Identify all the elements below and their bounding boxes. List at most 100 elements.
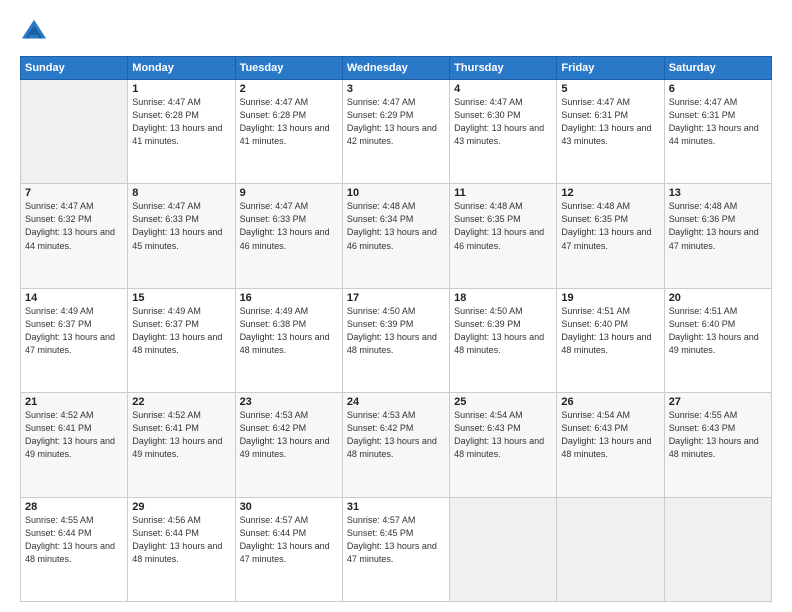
calendar-cell xyxy=(450,497,557,601)
day-number: 25 xyxy=(454,396,552,408)
day-info: Sunrise: 4:49 AMSunset: 6:37 PMDaylight:… xyxy=(132,305,230,357)
calendar-cell: 11Sunrise: 4:48 AMSunset: 6:35 PMDayligh… xyxy=(450,184,557,288)
day-number: 20 xyxy=(669,292,767,304)
day-number: 9 xyxy=(240,187,338,199)
day-info: Sunrise: 4:49 AMSunset: 6:38 PMDaylight:… xyxy=(240,305,338,357)
day-number: 15 xyxy=(132,292,230,304)
day-number: 28 xyxy=(25,501,123,513)
calendar-cell: 28Sunrise: 4:55 AMSunset: 6:44 PMDayligh… xyxy=(21,497,128,601)
calendar-cell: 1Sunrise: 4:47 AMSunset: 6:28 PMDaylight… xyxy=(128,80,235,184)
calendar-cell: 18Sunrise: 4:50 AMSunset: 6:39 PMDayligh… xyxy=(450,288,557,392)
calendar-cell: 9Sunrise: 4:47 AMSunset: 6:33 PMDaylight… xyxy=(235,184,342,288)
day-info: Sunrise: 4:47 AMSunset: 6:28 PMDaylight:… xyxy=(132,96,230,148)
day-number: 5 xyxy=(561,83,659,95)
day-info: Sunrise: 4:47 AMSunset: 6:31 PMDaylight:… xyxy=(669,96,767,148)
calendar-cell: 12Sunrise: 4:48 AMSunset: 6:35 PMDayligh… xyxy=(557,184,664,288)
day-number: 18 xyxy=(454,292,552,304)
day-number: 4 xyxy=(454,83,552,95)
calendar-cell: 13Sunrise: 4:48 AMSunset: 6:36 PMDayligh… xyxy=(664,184,771,288)
calendar-table: SundayMondayTuesdayWednesdayThursdayFrid… xyxy=(20,56,772,602)
day-number: 23 xyxy=(240,396,338,408)
day-number: 13 xyxy=(669,187,767,199)
day-info: Sunrise: 4:54 AMSunset: 6:43 PMDaylight:… xyxy=(454,409,552,461)
day-info: Sunrise: 4:47 AMSunset: 6:32 PMDaylight:… xyxy=(25,200,123,252)
day-info: Sunrise: 4:47 AMSunset: 6:29 PMDaylight:… xyxy=(347,96,445,148)
day-number: 17 xyxy=(347,292,445,304)
day-info: Sunrise: 4:47 AMSunset: 6:31 PMDaylight:… xyxy=(561,96,659,148)
calendar-cell: 23Sunrise: 4:53 AMSunset: 6:42 PMDayligh… xyxy=(235,393,342,497)
day-info: Sunrise: 4:54 AMSunset: 6:43 PMDaylight:… xyxy=(561,409,659,461)
weekday-header-monday: Monday xyxy=(128,57,235,80)
calendar-cell: 26Sunrise: 4:54 AMSunset: 6:43 PMDayligh… xyxy=(557,393,664,497)
calendar-week-4: 28Sunrise: 4:55 AMSunset: 6:44 PMDayligh… xyxy=(21,497,772,601)
day-info: Sunrise: 4:47 AMSunset: 6:33 PMDaylight:… xyxy=(240,200,338,252)
day-number: 10 xyxy=(347,187,445,199)
day-info: Sunrise: 4:52 AMSunset: 6:41 PMDaylight:… xyxy=(25,409,123,461)
header xyxy=(20,18,772,46)
logo-icon xyxy=(20,18,48,46)
calendar-cell: 2Sunrise: 4:47 AMSunset: 6:28 PMDaylight… xyxy=(235,80,342,184)
weekday-header-wednesday: Wednesday xyxy=(342,57,449,80)
weekday-header-row: SundayMondayTuesdayWednesdayThursdayFrid… xyxy=(21,57,772,80)
day-info: Sunrise: 4:55 AMSunset: 6:44 PMDaylight:… xyxy=(25,514,123,566)
day-number: 7 xyxy=(25,187,123,199)
weekday-header-thursday: Thursday xyxy=(450,57,557,80)
weekday-header-saturday: Saturday xyxy=(664,57,771,80)
day-info: Sunrise: 4:56 AMSunset: 6:44 PMDaylight:… xyxy=(132,514,230,566)
day-info: Sunrise: 4:57 AMSunset: 6:44 PMDaylight:… xyxy=(240,514,338,566)
day-number: 19 xyxy=(561,292,659,304)
calendar-cell xyxy=(21,80,128,184)
day-number: 27 xyxy=(669,396,767,408)
calendar-cell xyxy=(664,497,771,601)
page: SundayMondayTuesdayWednesdayThursdayFrid… xyxy=(0,0,792,612)
day-number: 2 xyxy=(240,83,338,95)
day-info: Sunrise: 4:48 AMSunset: 6:34 PMDaylight:… xyxy=(347,200,445,252)
day-number: 3 xyxy=(347,83,445,95)
calendar-cell: 29Sunrise: 4:56 AMSunset: 6:44 PMDayligh… xyxy=(128,497,235,601)
calendar-cell: 21Sunrise: 4:52 AMSunset: 6:41 PMDayligh… xyxy=(21,393,128,497)
calendar-cell: 19Sunrise: 4:51 AMSunset: 6:40 PMDayligh… xyxy=(557,288,664,392)
day-info: Sunrise: 4:47 AMSunset: 6:33 PMDaylight:… xyxy=(132,200,230,252)
day-number: 22 xyxy=(132,396,230,408)
calendar-week-3: 21Sunrise: 4:52 AMSunset: 6:41 PMDayligh… xyxy=(21,393,772,497)
day-info: Sunrise: 4:49 AMSunset: 6:37 PMDaylight:… xyxy=(25,305,123,357)
calendar-cell: 4Sunrise: 4:47 AMSunset: 6:30 PMDaylight… xyxy=(450,80,557,184)
day-number: 11 xyxy=(454,187,552,199)
day-info: Sunrise: 4:53 AMSunset: 6:42 PMDaylight:… xyxy=(240,409,338,461)
calendar-cell: 8Sunrise: 4:47 AMSunset: 6:33 PMDaylight… xyxy=(128,184,235,288)
day-info: Sunrise: 4:48 AMSunset: 6:35 PMDaylight:… xyxy=(454,200,552,252)
day-info: Sunrise: 4:52 AMSunset: 6:41 PMDaylight:… xyxy=(132,409,230,461)
day-number: 12 xyxy=(561,187,659,199)
calendar-cell: 3Sunrise: 4:47 AMSunset: 6:29 PMDaylight… xyxy=(342,80,449,184)
calendar-cell: 24Sunrise: 4:53 AMSunset: 6:42 PMDayligh… xyxy=(342,393,449,497)
calendar-cell: 25Sunrise: 4:54 AMSunset: 6:43 PMDayligh… xyxy=(450,393,557,497)
day-info: Sunrise: 4:48 AMSunset: 6:35 PMDaylight:… xyxy=(561,200,659,252)
day-number: 6 xyxy=(669,83,767,95)
day-info: Sunrise: 4:47 AMSunset: 6:30 PMDaylight:… xyxy=(454,96,552,148)
day-info: Sunrise: 4:55 AMSunset: 6:43 PMDaylight:… xyxy=(669,409,767,461)
day-info: Sunrise: 4:57 AMSunset: 6:45 PMDaylight:… xyxy=(347,514,445,566)
day-number: 31 xyxy=(347,501,445,513)
weekday-header-sunday: Sunday xyxy=(21,57,128,80)
day-info: Sunrise: 4:53 AMSunset: 6:42 PMDaylight:… xyxy=(347,409,445,461)
calendar-cell: 20Sunrise: 4:51 AMSunset: 6:40 PMDayligh… xyxy=(664,288,771,392)
calendar-cell: 30Sunrise: 4:57 AMSunset: 6:44 PMDayligh… xyxy=(235,497,342,601)
calendar-cell: 10Sunrise: 4:48 AMSunset: 6:34 PMDayligh… xyxy=(342,184,449,288)
calendar-cell: 16Sunrise: 4:49 AMSunset: 6:38 PMDayligh… xyxy=(235,288,342,392)
day-info: Sunrise: 4:47 AMSunset: 6:28 PMDaylight:… xyxy=(240,96,338,148)
day-number: 29 xyxy=(132,501,230,513)
weekday-header-tuesday: Tuesday xyxy=(235,57,342,80)
calendar-cell: 6Sunrise: 4:47 AMSunset: 6:31 PMDaylight… xyxy=(664,80,771,184)
day-info: Sunrise: 4:51 AMSunset: 6:40 PMDaylight:… xyxy=(669,305,767,357)
calendar-cell: 7Sunrise: 4:47 AMSunset: 6:32 PMDaylight… xyxy=(21,184,128,288)
calendar-week-1: 7Sunrise: 4:47 AMSunset: 6:32 PMDaylight… xyxy=(21,184,772,288)
day-number: 16 xyxy=(240,292,338,304)
calendar-week-0: 1Sunrise: 4:47 AMSunset: 6:28 PMDaylight… xyxy=(21,80,772,184)
calendar-cell xyxy=(557,497,664,601)
day-number: 8 xyxy=(132,187,230,199)
day-info: Sunrise: 4:48 AMSunset: 6:36 PMDaylight:… xyxy=(669,200,767,252)
weekday-header-friday: Friday xyxy=(557,57,664,80)
calendar-cell: 17Sunrise: 4:50 AMSunset: 6:39 PMDayligh… xyxy=(342,288,449,392)
calendar-cell: 15Sunrise: 4:49 AMSunset: 6:37 PMDayligh… xyxy=(128,288,235,392)
calendar-cell: 27Sunrise: 4:55 AMSunset: 6:43 PMDayligh… xyxy=(664,393,771,497)
